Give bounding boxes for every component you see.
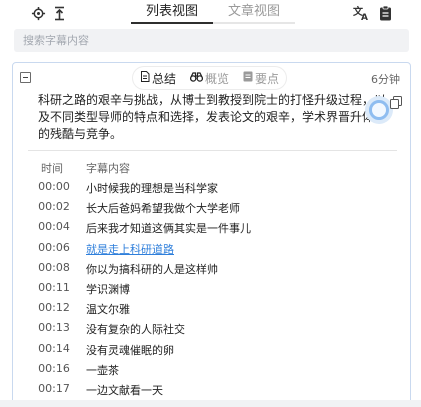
table-row[interactable]: 00:17 一边文献看一天 [13, 380, 410, 400]
subtitle-list: 00:00 小时候我的理想是当科学家 00:02 长大后爸妈希望我做个大学老师 00… [13, 178, 410, 400]
row-time: 00:08 [38, 260, 70, 274]
table-header: 时间 字幕内容 [13, 160, 410, 178]
search-input[interactable]: 搜索字幕内容 [14, 29, 409, 52]
top-toolbar: 列表视图 文章视图 文A [0, 0, 421, 26]
row-time: 00:14 [38, 341, 70, 355]
table-row[interactable]: 00:08 你以为搞科研的人是这样帅 [13, 259, 410, 279]
row-text-link[interactable]: 就是走上科研道路 [86, 241, 174, 257]
tab-overview-label: 概览 [205, 71, 230, 86]
tab-article-view[interactable]: 文章视图 [213, 2, 295, 24]
row-time: 00:16 [38, 361, 70, 375]
row-text: 一壶茶 [86, 363, 119, 377]
tab-list-view[interactable]: 列表视图 [131, 2, 213, 24]
row-time: 00:17 [38, 381, 70, 395]
table-row-active[interactable]: 00:06 就是走上科研道路 [13, 239, 410, 259]
row-text: 你以为搞科研的人是这样帅 [86, 262, 218, 276]
copy-icon[interactable] [390, 94, 402, 113]
row-text: 没有复杂的人际社交 [86, 323, 185, 337]
row-text: 一边文献看一天 [86, 383, 163, 397]
table-row[interactable]: 00:16 一壶茶 [13, 360, 410, 380]
crosshair-icon[interactable] [29, 4, 47, 22]
table-row[interactable]: 00:04 后来我才知道这俩其实是一件事儿 [13, 218, 410, 238]
tab-summary-label: 总结 [152, 71, 177, 86]
table-row[interactable]: 00:00 小时候我的理想是当科学家 [13, 178, 410, 198]
document-icon [140, 71, 150, 85]
duration-label: 6分钟 [371, 73, 400, 86]
row-time: 00:12 [38, 301, 70, 315]
tab-overview[interactable]: 概览 [183, 67, 236, 89]
row-time: 00:00 [38, 180, 70, 193]
table-row[interactable]: 00:12 温文尔雅 [13, 299, 410, 319]
row-text: 没有灵魂催眠的卵 [86, 343, 174, 357]
column-header-time: 时间 [41, 162, 63, 175]
row-text: 学识渊博 [86, 282, 130, 296]
table-row[interactable]: 00:14 没有灵魂催眠的卵 [13, 340, 410, 360]
scroll-to-top-icon[interactable] [50, 4, 68, 22]
summary-text: 科研之路的艰辛与挑战，从博士到教授到院士的打怪升级过程，以及不同类型导师的特点和… [38, 93, 387, 141]
row-text: 后来我才知道这俩其实是一件事儿 [86, 222, 251, 236]
row-time: 00:06 [38, 240, 70, 254]
row-text: 长大后爸妈希望我做个大学老师 [86, 202, 240, 216]
summary-panel: 总结 概览 要点 6分钟 科研之路的艰辛与挑战，从博士到教授到院士的打怪升级过程… [12, 62, 411, 407]
column-header-content: 字幕内容 [86, 162, 130, 175]
clipboard-icon[interactable] [376, 4, 394, 22]
translate-icon[interactable]: 文A [351, 4, 371, 22]
row-text: 温文尔雅 [86, 303, 130, 317]
summary-subtabs: 总结 概览 要点 [133, 67, 287, 89]
collapse-icon[interactable] [20, 72, 31, 83]
row-time: 00:11 [38, 280, 70, 294]
row-text: 小时候我的理想是当科学家 [86, 182, 218, 195]
row-time: 00:02 [38, 200, 70, 214]
bottom-scroll-track[interactable] [0, 400, 421, 407]
tab-key-points-label: 要点 [255, 71, 280, 86]
svg-text:A: A [361, 13, 368, 21]
table-row[interactable]: 00:11 学识渊博 [13, 279, 410, 299]
binoculars-icon [189, 71, 204, 85]
tab-summary[interactable]: 总结 [133, 67, 183, 89]
table-row[interactable]: 00:13 没有复杂的人际社交 [13, 319, 410, 339]
tab-key-points[interactable]: 要点 [236, 67, 286, 89]
floating-assistant-icon[interactable] [365, 96, 393, 124]
table-row[interactable]: 00:02 长大后爸妈希望我做个大学老师 [13, 198, 410, 218]
row-time: 00:13 [38, 321, 70, 335]
notes-icon [243, 71, 253, 85]
view-tabs: 列表视图 文章视图 [131, 2, 295, 24]
row-time: 00:04 [38, 220, 70, 234]
divider [28, 150, 397, 151]
